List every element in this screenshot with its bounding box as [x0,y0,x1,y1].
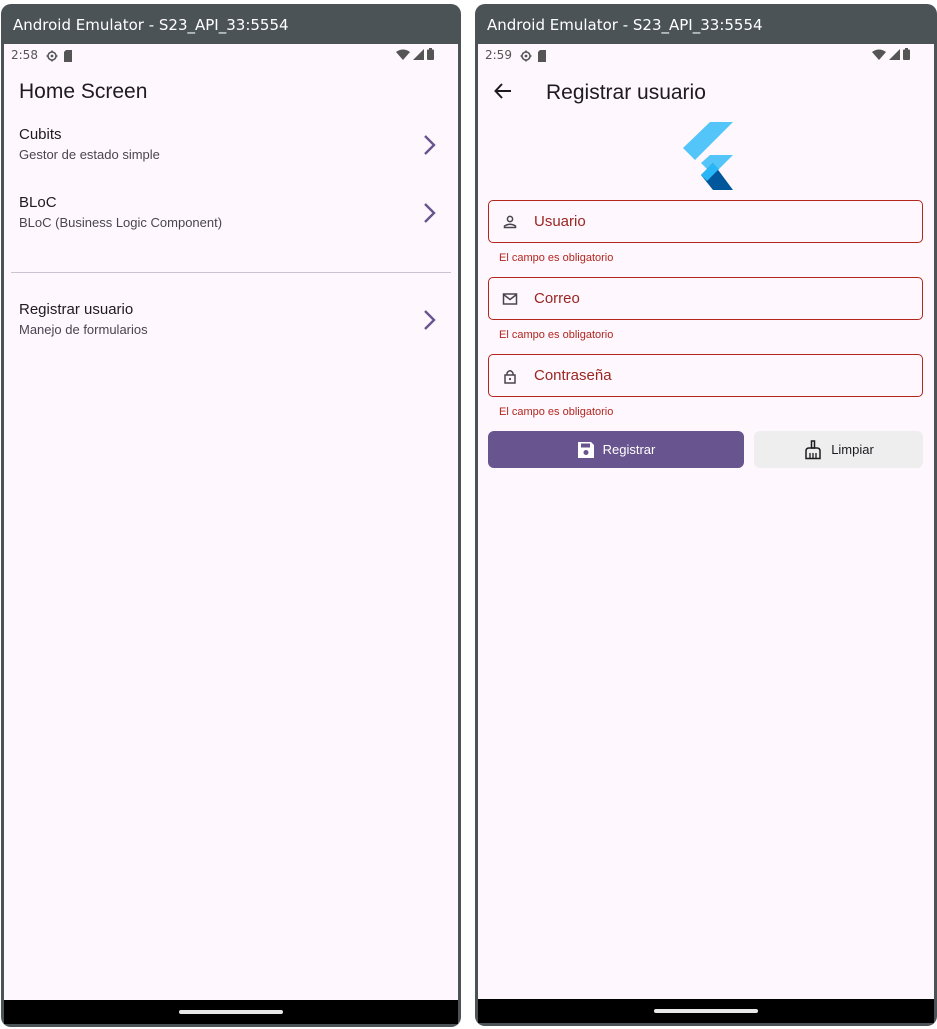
chevron-right-icon [424,310,436,330]
home-gesture-handle[interactable] [654,1009,758,1013]
page-title: Home Screen [19,80,148,103]
sd-card-icon [537,49,546,62]
lock-icon [504,370,516,384]
list-item-subtitle: Manejo de formularios [19,322,148,337]
email-field[interactable]: Correo [488,277,923,320]
list-item-title: BLoC [19,194,57,211]
emulator-window-register: Android Emulator - S23_API_33:5554 2:59 … [475,4,937,1026]
status-bar: 2:59 [478,44,934,66]
username-error: El campo es obligatorio [499,252,614,264]
person-icon [503,215,517,229]
status-time: 2:58 [11,48,38,62]
page-title: Registrar usuario [546,81,706,104]
battery-icon [427,48,434,60]
list-item-title: Cubits [19,126,62,143]
register-button[interactable]: Registrar [488,431,744,468]
navigation-bar [478,999,934,1023]
window-title: Android Emulator - S23_API_33:5554 [13,16,289,34]
list-item-subtitle: BLoC (Business Logic Component) [19,215,223,230]
list-item-title: Registrar usuario [19,301,134,318]
home-screen: 2:58 Home Screen Cubits Gestor de estado… [4,44,458,1024]
signal-icon [413,48,424,60]
app-bar: Registrar usuario [478,66,934,122]
wifi-icon [872,49,886,60]
list-item-bloc[interactable]: BLoC BLoC (Business Logic Component) [4,194,458,262]
status-time: 2:59 [485,48,512,62]
back-arrow-icon[interactable] [494,82,512,100]
navigation-bar [4,1000,458,1024]
mail-icon [502,293,518,305]
broom-icon [805,439,821,459]
battery-icon [903,48,910,60]
divider [11,272,451,273]
clear-button[interactable]: Limpiar [754,431,923,468]
home-gesture-handle[interactable] [179,1010,283,1014]
password-field[interactable]: Contraseña [488,354,923,397]
list-item-cubits[interactable]: Cubits Gestor de estado simple [4,126,458,194]
list-item-registrar-usuario[interactable]: Registrar usuario Manejo de formularios [4,301,458,369]
wifi-icon [396,49,410,60]
emulator-window-home: Android Emulator - S23_API_33:5554 2:58 … [1,4,461,1027]
flutter-logo-icon [683,122,733,190]
sd-card-icon [63,49,72,62]
register-screen: 2:59 Registrar usuario Usuario El campo … [478,44,934,1023]
register-button-label: Registrar [602,442,656,457]
form-actions: Registrar Limpiar [488,431,923,468]
password-label: Contraseña [534,367,612,384]
email-label: Correo [534,290,580,307]
signal-icon [889,48,900,60]
email-error: El campo es obligatorio [499,329,614,341]
status-bar: 2:58 [4,44,458,66]
list-item-subtitle: Gestor de estado simple [19,147,160,162]
chevron-right-icon [424,203,436,223]
window-title: Android Emulator - S23_API_33:5554 [487,16,763,34]
flutter-logo [478,122,934,200]
password-error: El campo es obligatorio [499,406,614,418]
username-field[interactable]: Usuario [488,200,923,243]
save-icon [577,441,594,458]
settings-gear-icon [46,50,58,61]
clear-button-label: Limpiar [831,442,874,457]
chevron-right-icon [424,135,436,155]
settings-gear-icon [520,50,532,61]
username-label: Usuario [534,213,586,230]
